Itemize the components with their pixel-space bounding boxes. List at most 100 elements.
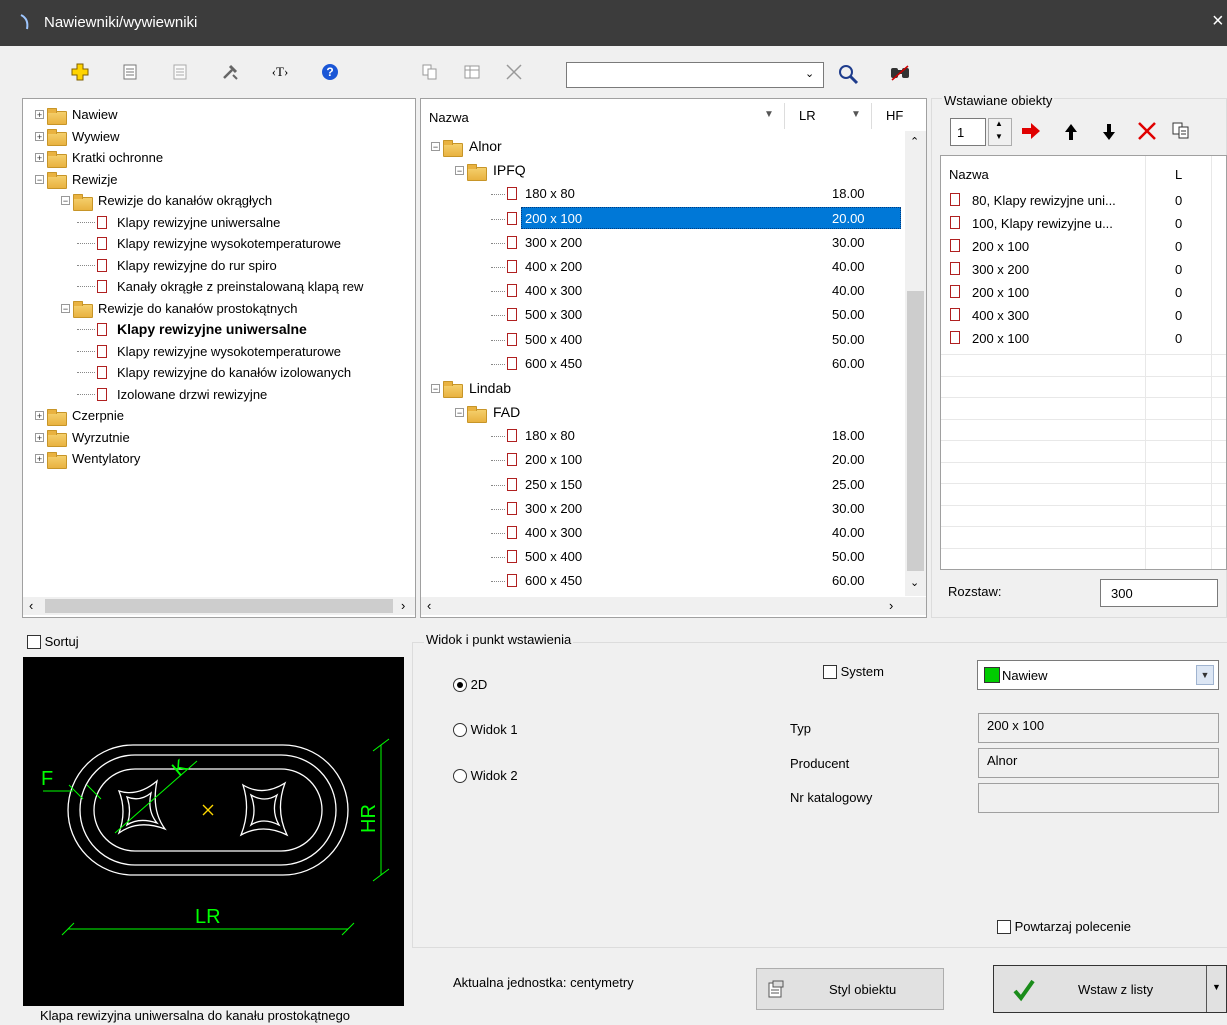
search-icon[interactable] bbox=[836, 62, 860, 89]
catalog-row[interactable]: − Alnor bbox=[421, 134, 905, 158]
collapse-icon[interactable]: − bbox=[431, 383, 440, 393]
catalog-row[interactable]: 200 x 100 20.00 bbox=[421, 206, 905, 231]
system-select[interactable]: Nawiew ▼ bbox=[977, 660, 1219, 690]
system-dropdown-icon[interactable]: ▼ bbox=[1196, 665, 1214, 685]
tree-item[interactable]: + Kratki ochronne bbox=[23, 147, 415, 169]
sort-checkbox-box[interactable] bbox=[27, 634, 41, 649]
move-up-icon[interactable] bbox=[1063, 122, 1079, 145]
catalog-row[interactable]: 180 x 80 18.00 bbox=[421, 182, 905, 206]
system-checkbox-box[interactable] bbox=[823, 664, 837, 679]
col-header-name[interactable]: Nazwa bbox=[429, 110, 469, 125]
catalog-row[interactable]: 250 x 150 25.00 bbox=[421, 473, 905, 497]
collapse-icon[interactable]: − bbox=[61, 196, 70, 206]
catalog-row[interactable]: 400 x 300 40.00 bbox=[421, 279, 905, 303]
add-icon[interactable] bbox=[66, 60, 94, 84]
catalog-horizontal-scrollbar[interactable]: ‹ › bbox=[421, 597, 926, 615]
catalog-row[interactable]: 600 x 450 60.00 bbox=[421, 569, 905, 593]
catalog-row[interactable]: 300 x 200 30.00 bbox=[421, 497, 905, 521]
scroll-right-icon[interactable]: › bbox=[401, 598, 405, 613]
help-icon[interactable]: ? bbox=[316, 60, 344, 84]
lr-filter-dropdown-icon[interactable]: ▼ bbox=[851, 109, 861, 120]
expand-icon[interactable]: + bbox=[35, 131, 44, 141]
list-icon[interactable] bbox=[166, 60, 194, 84]
tree-item[interactable]: + Wentylatory bbox=[23, 448, 415, 470]
collapse-icon[interactable]: − bbox=[431, 142, 440, 152]
catalog-row[interactable]: 200 x 100 20.00 bbox=[421, 448, 905, 472]
catalog-row[interactable]: 400 x 300 40.00 bbox=[421, 521, 905, 545]
copy-list-icon[interactable] bbox=[1172, 122, 1190, 143]
inserted-row[interactable]: 200 x 100 0 bbox=[941, 328, 1226, 351]
scroll-left-icon[interactable]: ‹ bbox=[29, 598, 33, 613]
catalog-row[interactable]: 400 x 200 40.00 bbox=[421, 255, 905, 279]
stepper-up-icon[interactable]: ▲ bbox=[995, 119, 1003, 128]
collapse-icon[interactable]: − bbox=[35, 174, 44, 184]
catalog-row[interactable]: 500 x 300 50.00 bbox=[421, 303, 905, 327]
tree-item[interactable]: + Wyrzutnie bbox=[23, 427, 415, 449]
copy-icon[interactable] bbox=[416, 60, 444, 84]
catalog-row[interactable]: 300 x 200 30.00 bbox=[421, 231, 905, 255]
tree-item[interactable]: − Rewizje do kanałów okrągłych bbox=[23, 190, 415, 212]
radio-2d[interactable]: 2D bbox=[453, 676, 487, 692]
expand-icon[interactable]: + bbox=[35, 432, 44, 442]
system-checkbox[interactable]: System bbox=[823, 663, 884, 679]
tree-item[interactable]: + Czerpnie bbox=[23, 405, 415, 427]
expand-icon[interactable]: + bbox=[35, 454, 44, 464]
inserted-row[interactable]: 100, Klapy rewizyjne u... 0 bbox=[941, 213, 1226, 236]
chevron-down-icon[interactable]: ⌄ bbox=[805, 67, 814, 80]
inserted-col-l[interactable]: L bbox=[1175, 167, 1182, 182]
tree-item[interactable]: − Rewizje bbox=[23, 169, 415, 191]
catalog-row[interactable]: 180 x 80 18.00 bbox=[421, 424, 905, 448]
radio-view-1-dot[interactable] bbox=[453, 722, 467, 737]
inserted-row[interactable]: 200 x 100 0 bbox=[941, 236, 1226, 259]
radio-view-2[interactable]: Widok 2 bbox=[453, 767, 518, 783]
scroll-left-icon[interactable]: ‹ bbox=[427, 598, 431, 613]
col-header-lr[interactable]: LR bbox=[799, 108, 816, 123]
repeat-checkbox-box[interactable] bbox=[997, 919, 1011, 934]
tree-item[interactable]: Kanały okrągłe z preinstalowaną klapą re… bbox=[23, 276, 415, 298]
tree-item[interactable]: Klapy rewizyjne do rur spiro bbox=[23, 255, 415, 277]
stepper-down-icon[interactable]: ▼ bbox=[995, 132, 1003, 141]
spacing-input[interactable]: 300 bbox=[1100, 579, 1218, 607]
binoculars-icon[interactable] bbox=[889, 62, 911, 87]
scroll-down-icon[interactable]: ⌄ bbox=[910, 576, 919, 589]
quantity-input[interactable]: 1 bbox=[950, 118, 986, 146]
quantity-stepper[interactable]: ▲ ▼ bbox=[988, 118, 1012, 146]
tree-item[interactable]: Klapy rewizyjne wysokotemperaturowe bbox=[23, 233, 415, 255]
object-style-button[interactable]: Styl obiektu bbox=[756, 968, 944, 1010]
radio-view-2-dot[interactable] bbox=[453, 768, 467, 783]
close-icon[interactable]: × bbox=[1212, 10, 1224, 33]
tree-item[interactable]: + Nawiew bbox=[23, 104, 415, 126]
catalog-row[interactable]: 500 x 400 50.00 bbox=[421, 328, 905, 352]
catalog-row[interactable]: 600 x 450 60.00 bbox=[421, 352, 905, 376]
catalog-row[interactable]: − FAD bbox=[421, 400, 905, 424]
add-to-list-icon[interactable] bbox=[1020, 120, 1042, 145]
properties-icon[interactable] bbox=[116, 60, 144, 84]
tools-icon[interactable] bbox=[216, 60, 244, 84]
name-filter-dropdown-icon[interactable]: ▼ bbox=[764, 109, 774, 120]
insert-from-list-button[interactable]: Wstaw z listy ▼ bbox=[993, 965, 1227, 1013]
insert-options-dropdown-icon[interactable]: ▼ bbox=[1212, 982, 1221, 992]
radio-view-1[interactable]: Widok 1 bbox=[453, 721, 518, 737]
inserted-row[interactable]: 300 x 200 0 bbox=[941, 259, 1226, 282]
catalog-scroll-thumb[interactable] bbox=[907, 291, 924, 571]
collapse-icon[interactable]: − bbox=[455, 408, 464, 418]
table-icon[interactable] bbox=[458, 60, 486, 84]
catalog-list[interactable]: Nazwa ▼ LR ▼ HF − Alnor − IPFQ 180 x 80 18.00… bbox=[420, 98, 927, 618]
text-tool-icon[interactable]: ‹T› bbox=[266, 60, 294, 84]
tree-item[interactable]: + Wywiew bbox=[23, 126, 415, 148]
inserted-row[interactable]: 400 x 300 0 bbox=[941, 305, 1226, 328]
inserted-objects-list[interactable]: Nazwa L 80, Klapy rewizyjne uni... 0 100, … bbox=[940, 155, 1227, 570]
category-tree[interactable]: + Nawiew + Wywiew + Kratki ochronne − Rewizje − R… bbox=[22, 98, 416, 618]
tree-item[interactable]: Izolowane drzwi rewizyjne bbox=[23, 384, 415, 406]
inserted-col-name[interactable]: Nazwa bbox=[949, 167, 989, 182]
catalog-vertical-scrollbar[interactable]: ⌃ ⌄ bbox=[905, 131, 926, 596]
move-down-icon[interactable] bbox=[1101, 122, 1117, 145]
inserted-row[interactable]: 200 x 100 0 bbox=[941, 282, 1226, 305]
scroll-right-icon[interactable]: › bbox=[889, 598, 893, 613]
tree-item[interactable]: Klapy rewizyjne uniwersalne bbox=[23, 212, 415, 234]
expand-icon[interactable]: + bbox=[35, 153, 44, 163]
radio-2d-dot[interactable] bbox=[453, 677, 467, 692]
tree-scroll-thumb[interactable] bbox=[45, 599, 393, 613]
collapse-icon[interactable]: − bbox=[455, 166, 464, 176]
expand-icon[interactable]: + bbox=[35, 110, 44, 120]
